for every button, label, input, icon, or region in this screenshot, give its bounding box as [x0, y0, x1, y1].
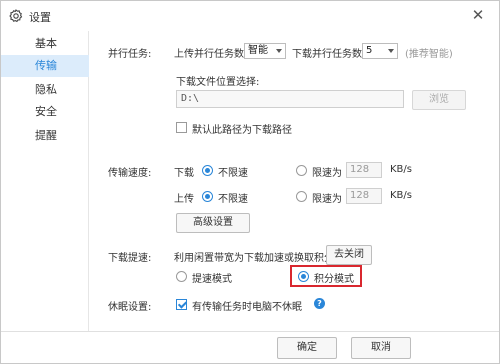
- download-unit-label: KB/s: [390, 164, 412, 175]
- download-path-input[interactable]: D:\: [176, 90, 404, 108]
- window-title: 设置: [29, 11, 51, 24]
- parallel-hint: (推荐智能): [405, 49, 453, 60]
- download-location-label: 下载文件位置选择:: [176, 77, 260, 88]
- points-mode-radio[interactable]: [298, 271, 309, 282]
- help-icon[interactable]: ?: [314, 298, 325, 309]
- close-icon: ✕: [471, 6, 485, 24]
- transfer-settings-panel: 并行任务: 上传并行任务数 智能 下载并行任务数 5 (推荐智能) 下载文件位置…: [90, 31, 499, 331]
- speed-mode-radio[interactable]: [176, 271, 187, 282]
- cancel-button[interactable]: 取消: [351, 337, 411, 359]
- boost-description: 利用闲置带宽为下载加速或换取积分: [174, 253, 334, 264]
- download-limit-radio[interactable]: [296, 165, 307, 176]
- advanced-settings-button[interactable]: 高级设置: [176, 213, 250, 233]
- upload-unlimited-radio[interactable]: [202, 191, 213, 202]
- download-unlimited-radio[interactable]: [202, 165, 213, 176]
- upload-parallel-value: 智能: [248, 45, 268, 56]
- chevron-down-icon: [276, 49, 282, 53]
- download-speed-label: 下载: [174, 168, 194, 179]
- upload-unlimited-label: 不限速: [218, 194, 248, 205]
- upload-limit-input[interactable]: 128: [346, 188, 382, 204]
- download-parallel-value: 5: [366, 45, 373, 56]
- upload-parallel-label: 上传并行任务数: [174, 49, 244, 60]
- title-bar: 设置 ✕: [1, 1, 499, 31]
- download-parallel-label: 下载并行任务数: [292, 49, 362, 60]
- upload-limit-radio[interactable]: [296, 191, 307, 202]
- close-button[interactable]: ✕: [469, 6, 487, 24]
- points-mode-label: 积分模式: [314, 274, 354, 285]
- speed-section-label: 传输速度:: [108, 168, 152, 179]
- chevron-down-icon: [388, 49, 394, 53]
- upload-unit-label: KB/s: [390, 190, 412, 201]
- sleep-section-label: 休眠设置:: [108, 302, 152, 313]
- sidebar-item-reminder[interactable]: 提醒: [1, 125, 89, 147]
- footer-bar: 确定 取消: [1, 331, 499, 363]
- upload-limit-label: 限速为: [312, 194, 342, 205]
- ok-button[interactable]: 确定: [277, 337, 337, 359]
- boost-section-label: 下载提速:: [108, 253, 152, 264]
- download-parallel-select[interactable]: 5: [362, 43, 398, 59]
- browse-button[interactable]: 浏览: [412, 90, 466, 110]
- download-limit-input[interactable]: 128: [346, 162, 382, 178]
- parallel-section-label: 并行任务:: [108, 49, 152, 60]
- upload-speed-label: 上传: [174, 194, 194, 205]
- sidebar-item-privacy[interactable]: 隐私: [1, 79, 89, 101]
- upload-parallel-select[interactable]: 智能: [244, 43, 286, 59]
- download-unlimited-label: 不限速: [218, 168, 248, 179]
- sidebar: 基本 传输 隐私 安全 提醒: [1, 31, 89, 331]
- default-path-label: 默认此路径为下载路径: [192, 125, 292, 136]
- default-path-checkbox[interactable]: [176, 122, 187, 133]
- no-sleep-label: 有传输任务时电脑不休眠: [192, 302, 302, 313]
- settings-window: 设置 ✕ 基本 传输 隐私 安全 提醒 并行任务: 上传并行任务数 智能 下载并…: [0, 0, 500, 364]
- no-sleep-checkbox[interactable]: [176, 299, 187, 310]
- boost-toggle-button[interactable]: 去关闭: [326, 245, 372, 265]
- sidebar-item-basic[interactable]: 基本: [1, 33, 89, 55]
- sidebar-item-security[interactable]: 安全: [1, 101, 89, 123]
- gear-icon: [9, 9, 23, 23]
- speed-mode-label: 提速模式: [192, 274, 232, 285]
- sidebar-item-transfer[interactable]: 传输: [1, 55, 89, 77]
- download-limit-label: 限速为: [312, 168, 342, 179]
